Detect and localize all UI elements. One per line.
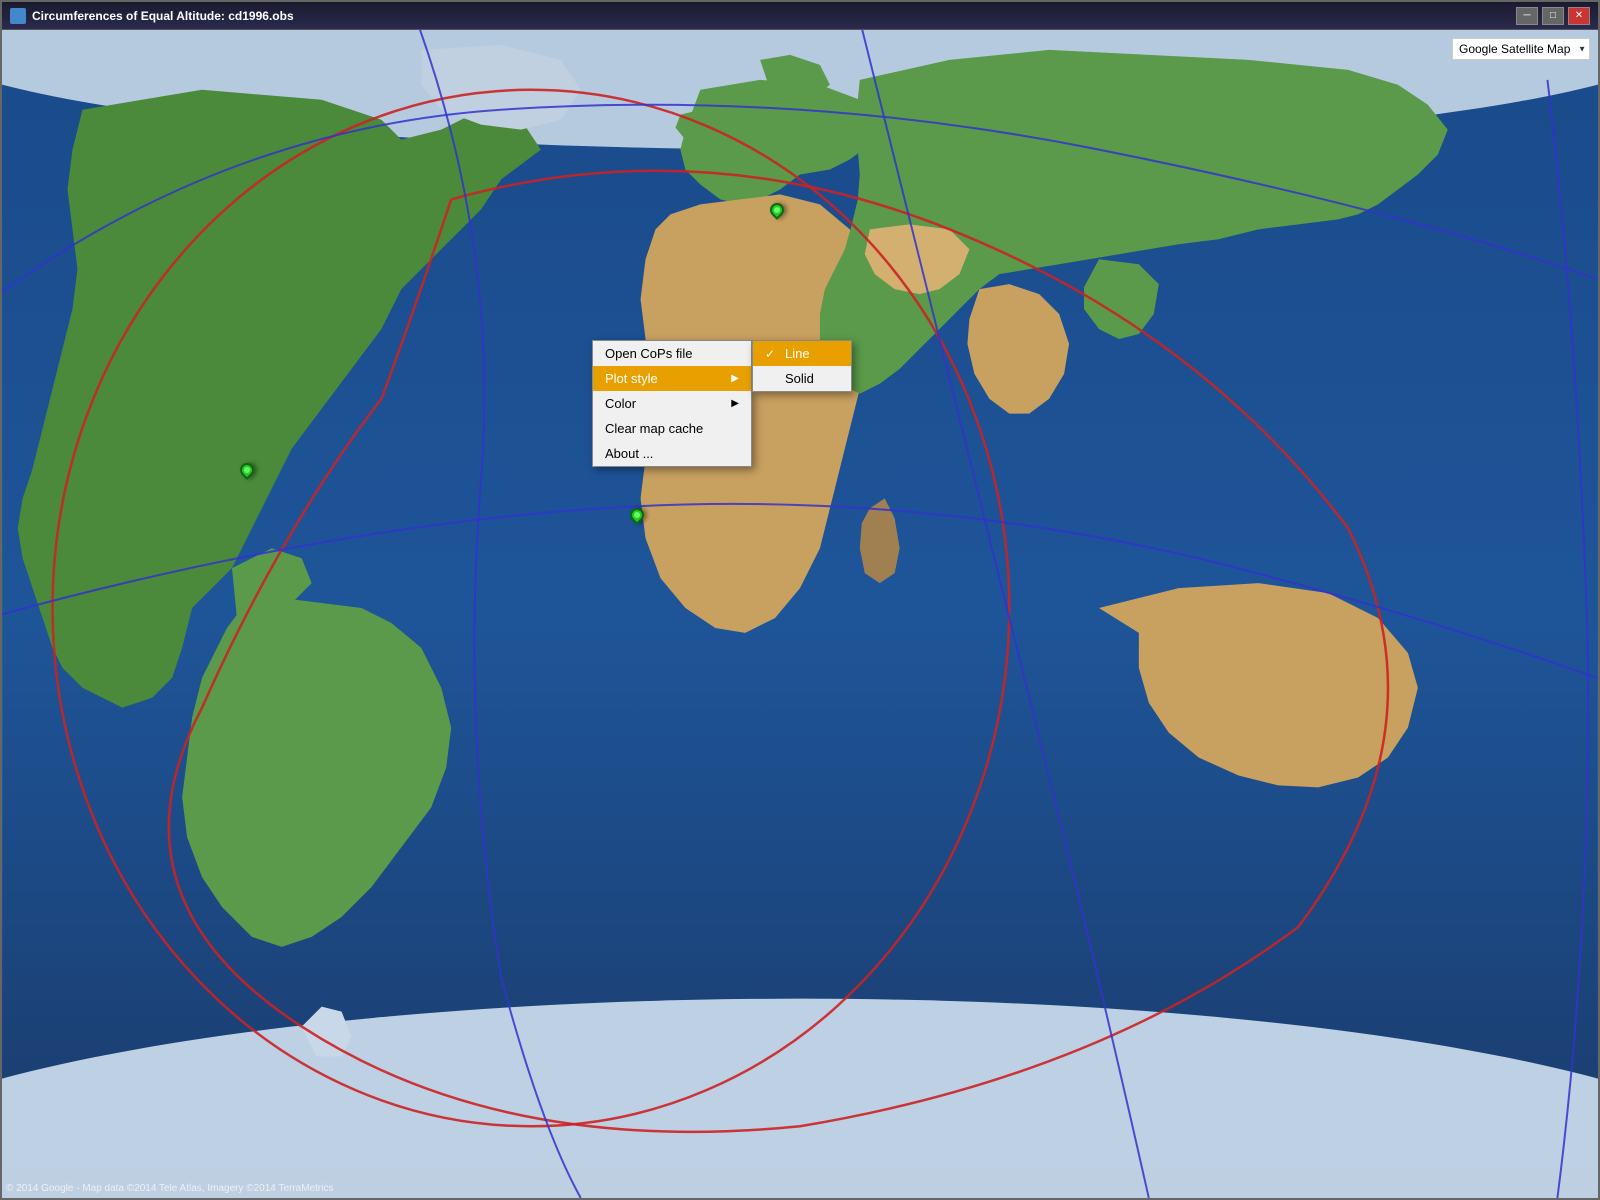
maximize-button[interactable]: □ (1542, 7, 1564, 25)
map-type-dropdown-wrapper[interactable]: Google Satellite Map Google Map Google T… (1452, 38, 1590, 60)
marker-pin-1 (767, 200, 787, 220)
menu-about-label: About ... (605, 446, 653, 461)
color-arrow: ▶ (731, 398, 739, 409)
menu-about[interactable]: About ... (593, 441, 751, 466)
marker-pin-3 (627, 505, 647, 525)
minimize-button[interactable]: ─ (1516, 7, 1538, 25)
line-checkmark: ✓ (765, 347, 779, 361)
map-attribution: © 2014 Google - Map data ©2014 Tele Atla… (6, 1183, 333, 1194)
map-type-dropdown[interactable]: Google Satellite Map Google Map Google T… (1452, 38, 1590, 60)
submenu-line[interactable]: ✓ Line (753, 341, 851, 366)
submenu-solid-label: Solid (785, 371, 814, 386)
close-button[interactable]: ✕ (1568, 7, 1590, 25)
marker-pin-2 (237, 460, 257, 480)
map-type-selector[interactable]: Google Satellite Map Google Map Google T… (1452, 38, 1590, 60)
marker-1 (768, 201, 786, 225)
menu-color-label: Color (605, 396, 636, 411)
world-map (2, 30, 1598, 1198)
plot-style-arrow: ▶ (731, 373, 739, 384)
app-icon (10, 8, 26, 24)
title-bar: Circumferences of Equal Altitude: cd1996… (2, 2, 1598, 30)
menu-open-cops[interactable]: Open CoPs file (593, 341, 751, 366)
menu-plot-style[interactable]: Plot style ▶ (593, 366, 751, 391)
window-controls: ─ □ ✕ (1516, 7, 1590, 25)
submenu-line-label: Line (785, 346, 810, 361)
submenu-solid[interactable]: Solid (753, 366, 851, 391)
marker-3 (628, 506, 646, 530)
marker-2 (238, 461, 256, 485)
window-title: Circumferences of Equal Altitude: cd1996… (32, 9, 294, 23)
menu-plot-style-label: Plot style (605, 371, 658, 386)
menu-clear-cache-label: Clear map cache (605, 421, 703, 436)
app-window: Circumferences of Equal Altitude: cd1996… (0, 0, 1600, 1200)
menu-clear-cache[interactable]: Clear map cache (593, 416, 751, 441)
map-container[interactable]: Google Satellite Map Google Map Google T… (2, 30, 1598, 1198)
menu-color[interactable]: Color ▶ (593, 391, 751, 416)
plot-style-submenu: ✓ Line Solid (752, 340, 852, 392)
context-menu: Open CoPs file Plot style ▶ Color ▶ Clea… (592, 340, 752, 467)
title-text: Circumferences of Equal Altitude: cd1996… (10, 8, 294, 24)
attribution-text: © 2014 Google - Map data ©2014 Tele Atla… (6, 1183, 333, 1194)
menu-open-cops-label: Open CoPs file (605, 346, 692, 361)
